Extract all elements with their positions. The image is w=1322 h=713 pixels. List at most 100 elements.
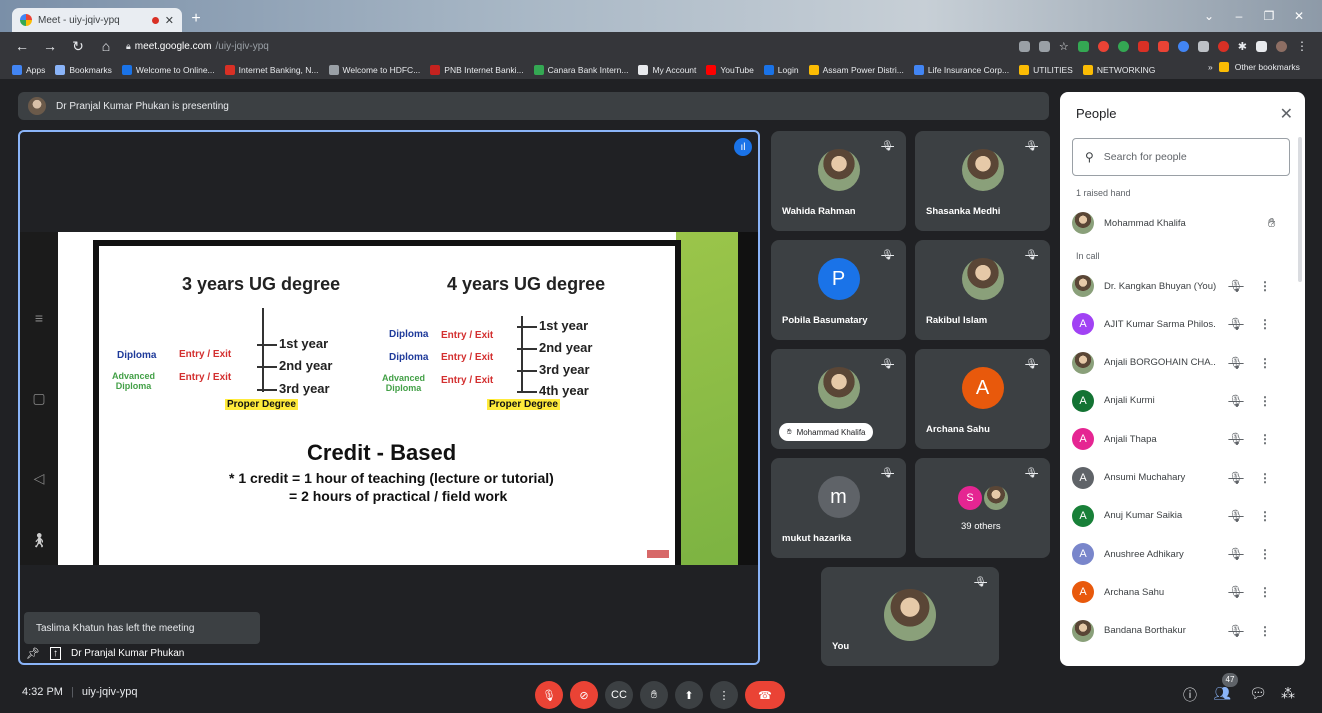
participant-tile[interactable]: 🎙︎ A Archana Sahu [915,349,1050,449]
more-options-icon[interactable]: ⋮ [1256,547,1274,561]
bookmark-item[interactable]: Apps [12,64,45,75]
sidepanel-icon[interactable] [1256,40,1267,52]
mic-muted-icon[interactable]: 🎙︎ [1226,279,1246,293]
list-item[interactable]: A AJIT Kumar Sarma Philos... 🎙︎ ⋮ [1072,305,1297,343]
list-item[interactable]: Anjali BORGOHAIN CHA... 🎙︎ ⋮ [1072,344,1297,382]
maximize-icon[interactable]: ❐ [1258,9,1280,23]
extension-grey-icon[interactable] [1197,40,1209,52]
new-tab-icon[interactable]: + [186,10,206,28]
people-scrollbar[interactable] [1298,137,1302,282]
bookmark-item[interactable]: Welcome to HDFC... [328,64,420,75]
chat-icon[interactable]: 💬︎ [1246,685,1270,702]
list-item[interactable]: A Ansumi Muchahary 🎙︎ ⋮ [1072,459,1297,497]
mic-muted-icon[interactable]: 🎙︎ [1226,317,1246,331]
list-item[interactable]: A Anushree Adhikary 🎙︎ ⋮ [1072,535,1297,573]
url-field[interactable]: 🔒︎ meet.google.com/uiy-jqiv-ypq [126,41,269,52]
mic-muted-icon[interactable]: 🎙︎ [1226,471,1246,485]
bookmark-item[interactable]: Login [763,64,799,75]
pin-icon[interactable]: 📌︎ [26,647,40,660]
bookmark-item[interactable]: Canara Bank Intern... [533,64,628,75]
extension-record-icon[interactable] [1217,40,1229,52]
mic-muted-icon[interactable]: 🎙︎ [1226,394,1246,408]
share-icon[interactable] [1038,40,1050,52]
extension-pdf-icon[interactable] [1137,40,1149,52]
participant-tile[interactable]: 🎙︎ Wahida Rahman [771,131,906,231]
menu-kebab-icon[interactable]: ⋮ [1296,39,1308,53]
camera-off-button[interactable]: ⊘ [570,681,598,709]
list-item[interactable]: A Anjali Kurmi 🎙︎ ⋮ [1072,382,1297,420]
mic-muted-icon[interactable]: 🎙︎ [1226,509,1246,523]
raised-hand-row[interactable]: Mohammad Khalifa ✋︎ [1072,204,1297,242]
bookmark-item[interactable]: Welcome to Online... [121,64,215,75]
reload-icon[interactable]: ↻ [70,38,86,55]
more-options-icon[interactable]: ⋮ [1256,585,1274,599]
participant-tile[interactable]: 🎙︎ You [821,567,999,666]
participant-tile[interactable]: 🎙︎ S 39 others [915,458,1050,558]
forward-icon[interactable]: → [42,38,58,54]
bookmark-item[interactable]: YouTube [706,64,754,75]
participant-tile[interactable]: 🎙︎ Shasanka Medhi [915,131,1050,231]
more-options-button[interactable]: ⋮ [710,681,738,709]
more-options-icon[interactable]: ⋮ [1256,356,1274,370]
tab-search-icon[interactable]: ⌄ [1198,9,1220,23]
more-options-icon[interactable]: ⋮ [1256,317,1274,331]
raise-hand-button[interactable]: ✋︎ [640,681,668,709]
list-item[interactable]: A Anuj Kumar Saikia 🎙︎ ⋮ [1072,497,1297,535]
more-options-icon[interactable]: ⋮ [1256,509,1274,523]
captions-button[interactable]: CC [605,681,633,709]
list-item[interactable]: Bandana Borthakur 🎙︎ ⋮ [1072,612,1297,650]
mic-muted-icon[interactable]: 🎙︎ [1226,624,1246,638]
presentation-stage[interactable]: ıl ≡ ▢ ◁ 🚶︎ 3 years UG degree 4 years UG… [18,130,760,665]
extension-drive-icon[interactable] [1077,40,1089,52]
more-options-icon[interactable]: ⋮ [1256,471,1274,485]
participant-tile[interactable]: 🎙︎ ✋︎ Mohammad Khalifa [771,349,906,449]
participant-tile[interactable]: 🎙︎ Rakibul Islam [915,240,1050,340]
leave-call-button[interactable]: ☎︎ [745,681,785,709]
bookmark-item[interactable]: PNB Internet Banki... [430,64,524,75]
participant-tile[interactable]: 🎙︎ m mukut hazarika [771,458,906,558]
mic-muted-icon[interactable]: 🎙︎ [1226,432,1246,446]
bookmark-item[interactable]: Bookmarks [55,64,112,75]
close-icon[interactable]: ✕ [1280,104,1293,124]
minimize-icon[interactable]: – [1228,9,1250,23]
camera-icon[interactable] [1018,40,1030,52]
extension-red-icon[interactable] [1097,40,1109,52]
profile-avatar[interactable] [1276,40,1287,52]
bookmark-item[interactable]: Life Insurance Corp... [913,64,1009,75]
more-options-icon[interactable]: ⋮ [1256,394,1274,408]
activities-icon[interactable]: ⁂ [1276,685,1300,702]
more-options-icon[interactable]: ⋮ [1256,624,1274,638]
mic-off-button[interactable]: 🎙︎ [535,681,563,709]
browser-tab[interactable]: Meet - uiy-jqiv-ypq ✕ [12,8,182,32]
extensions-puzzle-icon[interactable]: ✱ [1238,40,1247,53]
tab-close-icon[interactable]: ✕ [165,14,174,27]
present-button[interactable]: ⬆ [675,681,703,709]
list-item[interactable]: A Archana Sahu 🎙︎ ⋮ [1072,573,1297,611]
mic-muted-icon[interactable]: 🎙︎ [1226,585,1246,599]
other-bookmarks[interactable]: Other bookmarks [1235,62,1300,72]
participant-tile[interactable]: 🎙︎ P Pobila Basumatary [771,240,906,340]
bookmark-star-icon[interactable]: ☆ [1059,40,1069,53]
bookmark-item[interactable]: NETWORKING [1082,64,1155,75]
bookmark-item[interactable]: Internet Banking, N... [224,64,319,75]
mic-muted-icon[interactable]: 🎙︎ [1226,547,1246,561]
meeting-code[interactable]: uiy-jqiv-ypq [82,686,138,698]
bookmark-item[interactable]: Assam Power Distri... [808,64,904,75]
extension-green-icon[interactable] [1117,40,1129,52]
bookmark-item[interactable]: My Account [638,64,696,75]
more-options-icon[interactable]: ⋮ [1256,279,1274,293]
people-button[interactable]: 👥︎ [1210,685,1234,702]
raised-hand-icon[interactable]: ✋︎ [1268,215,1275,231]
list-item[interactable]: A Anjali Thapa 🎙︎ ⋮ [1072,420,1297,458]
mic-muted-icon[interactable]: 🎙︎ [1226,356,1246,370]
extension-blue-icon[interactable] [1177,40,1189,52]
extension-acrobat-icon[interactable] [1157,40,1169,52]
meeting-details-icon[interactable]: ⓘ [1178,685,1202,705]
search-input[interactable]: ⚲ Search for people [1072,138,1290,176]
bookmark-item[interactable]: UTILITIES [1019,64,1073,75]
home-icon[interactable]: ⌂ [98,38,114,54]
list-item[interactable]: Dr. Kangkan Bhuyan (You) 🎙︎ ⋮ [1072,267,1297,305]
window-close-icon[interactable]: ✕ [1288,9,1310,23]
more-options-icon[interactable]: ⋮ [1256,432,1274,446]
back-icon[interactable]: ← [14,38,30,54]
